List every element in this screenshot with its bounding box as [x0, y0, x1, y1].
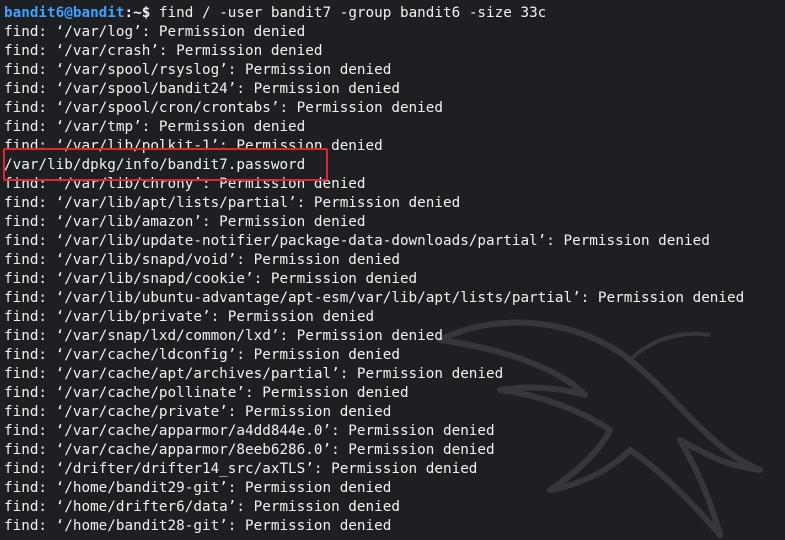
- output-line: find: ‘/var/lib/ubuntu-advantage/apt-esm…: [4, 290, 745, 306]
- output-line: find: ‘/var/cache/private’: Permission d…: [4, 404, 392, 420]
- output-line: find: ‘/var/spool/rsyslog’: Permission d…: [4, 62, 392, 78]
- output-line: find: ‘/var/cache/apparmor/a4dd844e.0’: …: [4, 423, 495, 439]
- output-line: find: ‘/var/lib/amazon’: Permission deni…: [4, 214, 366, 230]
- output-line: find: ‘/var/log’: Permission denied: [4, 24, 306, 40]
- output-line: find: ‘/var/tmp’: Permission denied: [4, 119, 306, 135]
- output-line: find: ‘/var/cache/pollinate’: Permission…: [4, 385, 409, 401]
- terminal-window[interactable]: bandit6@bandit:~$ find / -user bandit7 -…: [0, 0, 785, 540]
- prompt-user-host: bandit6@bandit: [4, 5, 125, 21]
- output-line: find: ‘/var/lib/snapd/void’: Permission …: [4, 252, 400, 268]
- output-line: find: ‘/drifter/drifter14_src/axTLS’: Pe…: [4, 461, 478, 477]
- output-line: find: ‘/var/lib/private’: Permission den…: [4, 309, 375, 325]
- output-line: find: ‘/var/cache/apt/archives/partial’:…: [4, 366, 504, 382]
- output-line: find: ‘/var/cache/apparmor/8eeb6286.0’: …: [4, 442, 495, 458]
- output-line: find: ‘/home/bandit29-git’: Permission d…: [4, 480, 392, 496]
- output-line: find: ‘/var/spool/cron/crontabs’: Permis…: [4, 100, 443, 116]
- prompt-path: :~$: [124, 5, 151, 21]
- output-line: find: ‘/var/lib/snapd/cookie’: Permissio…: [4, 271, 418, 287]
- output-line: find: ‘/var/crash’: Permission denied: [4, 43, 323, 59]
- output-line: find: ‘/var/snap/lxd/common/lxd’: Permis…: [4, 328, 443, 344]
- output-line: find: ‘/var/lib/update-notifier/package-…: [4, 233, 710, 249]
- output-line: find: ‘/home/drifter6/data’: Permission …: [4, 499, 400, 515]
- output-line: find: ‘/var/spool/bandit24’: Permission …: [4, 81, 400, 97]
- output-line: find: ‘/var/cache/ldconfig’: Permission …: [4, 347, 400, 363]
- command-text: find / -user bandit7 -group bandit6 -siz…: [150, 5, 547, 21]
- output-line: find: ‘/var/lib/apt/lists/partial’: Perm…: [4, 195, 461, 211]
- output-line: find: ‘/home/bandit28-git’: Permission d…: [4, 518, 392, 534]
- prompt-line: bandit6@bandit:~$ find / -user bandit7 -…: [4, 4, 546, 23]
- password-file-highlight: [3, 148, 328, 181]
